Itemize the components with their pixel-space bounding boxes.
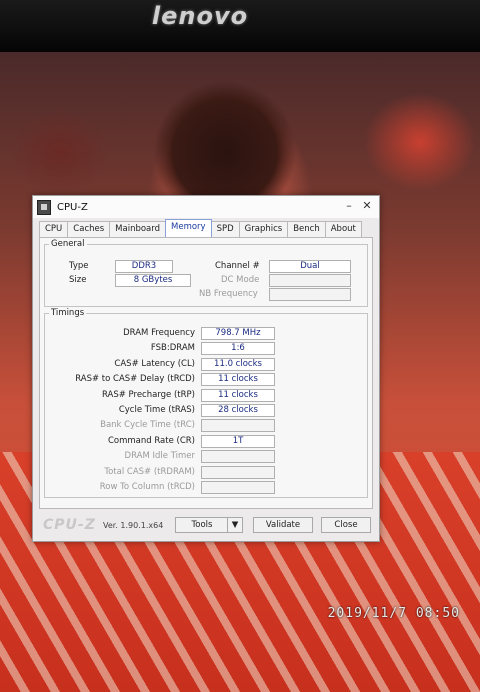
tab-about[interactable]: About — [324, 221, 362, 237]
timing-label: Command Rate (CR) — [107, 435, 195, 446]
timing-value — [201, 481, 275, 494]
general-legend: General — [51, 239, 85, 249]
timing-value: 11 clocks — [201, 373, 275, 387]
timing-label: Cycle Time (tRAS) — [118, 405, 195, 415]
tab-graphics[interactable]: Graphics — [238, 221, 289, 237]
timings-group: Timings DRAM Frequency 798.7 MHz FSB:DRAM 1… — [44, 308, 368, 498]
size-label: Size — [69, 275, 87, 285]
tools-button[interactable]: Tools — [175, 517, 229, 533]
timing-label: Row To Column (tRCD) — [99, 482, 195, 492]
cpuz-footer-logo: CPU-Z — [43, 517, 96, 533]
timing-value: 1:6 — [201, 342, 275, 356]
timing-value: 1T — [201, 434, 275, 448]
timing-value: 11.0 clocks — [201, 357, 275, 371]
tab-bar: CPU Caches Mainboard Memory SPD Graphics… — [39, 219, 362, 237]
timing-label: DRAM Idle Timer — [124, 451, 195, 462]
nb-frequency-value — [269, 288, 351, 301]
timing-label: Bank Cycle Time (tRC) — [100, 420, 195, 431]
timing-label: Total CAS# (tRDRAM) — [104, 466, 195, 477]
timing-value — [201, 419, 275, 433]
channel-label: Channel # — [215, 261, 260, 271]
type-value: DDR3 — [115, 260, 173, 273]
channel-value: Dual — [269, 260, 351, 273]
timing-value: 28 clocks — [201, 404, 275, 417]
photo-timestamp: 2019/11/7 08:50 — [327, 606, 460, 621]
nb-frequency-label: NB Frequency — [199, 289, 258, 299]
dc-mode-value — [269, 274, 351, 287]
cpuz-window[interactable]: CPU-Z – ✕ CPU Caches Mainboard Memory SP… — [32, 195, 380, 542]
timing-value — [201, 465, 275, 479]
close-window-button[interactable]: ✕ — [359, 199, 375, 213]
size-value: 8 GBytes — [115, 274, 191, 287]
window-titlebar[interactable]: CPU-Z – ✕ — [33, 196, 379, 218]
memory-panel: General Type DDR3 Size 8 GBytes Channel … — [39, 237, 373, 509]
timing-label: CAS# Latency (CL) — [114, 358, 195, 369]
general-group: General Type DDR3 Size 8 GBytes Channel … — [44, 239, 368, 307]
window-footer: CPU-Z Ver. 1.90.1.x64 Tools ▼ Validate C… — [39, 514, 373, 534]
cpuz-app-icon — [37, 199, 51, 215]
tab-spd[interactable]: SPD — [210, 221, 240, 237]
dc-mode-label: DC Mode — [221, 275, 260, 285]
timing-label: FSB:DRAM — [150, 343, 195, 354]
timing-label: RAS# Precharge (tRP) — [101, 389, 195, 400]
type-label: Type — [69, 261, 89, 271]
tab-bench[interactable]: Bench — [287, 221, 326, 237]
timing-value: 11 clocks — [201, 388, 275, 402]
timing-label: RAS# to CAS# Delay (tRCD) — [75, 374, 195, 385]
timing-label: DRAM Frequency — [123, 328, 195, 338]
window-title: CPU-Z — [57, 201, 88, 213]
timing-value — [201, 450, 275, 464]
tab-cpu[interactable]: CPU — [39, 221, 69, 237]
tab-caches[interactable]: Caches — [67, 221, 111, 237]
monitor-brand-logo: lenovo — [151, 2, 249, 30]
tools-dropdown-icon[interactable]: ▼ — [227, 517, 243, 533]
close-button[interactable]: Close — [321, 517, 371, 533]
version-label: Ver. 1.90.1.x64 — [103, 521, 164, 530]
timings-legend: Timings — [51, 308, 85, 318]
validate-button[interactable]: Validate — [253, 517, 313, 533]
tab-memory[interactable]: Memory — [165, 219, 212, 237]
tab-mainboard[interactable]: Mainboard — [109, 221, 167, 237]
minimize-button[interactable]: – — [341, 199, 357, 213]
monitor-bezel: lenovo — [0, 0, 480, 52]
timing-value: 798.7 MHz — [201, 327, 275, 340]
